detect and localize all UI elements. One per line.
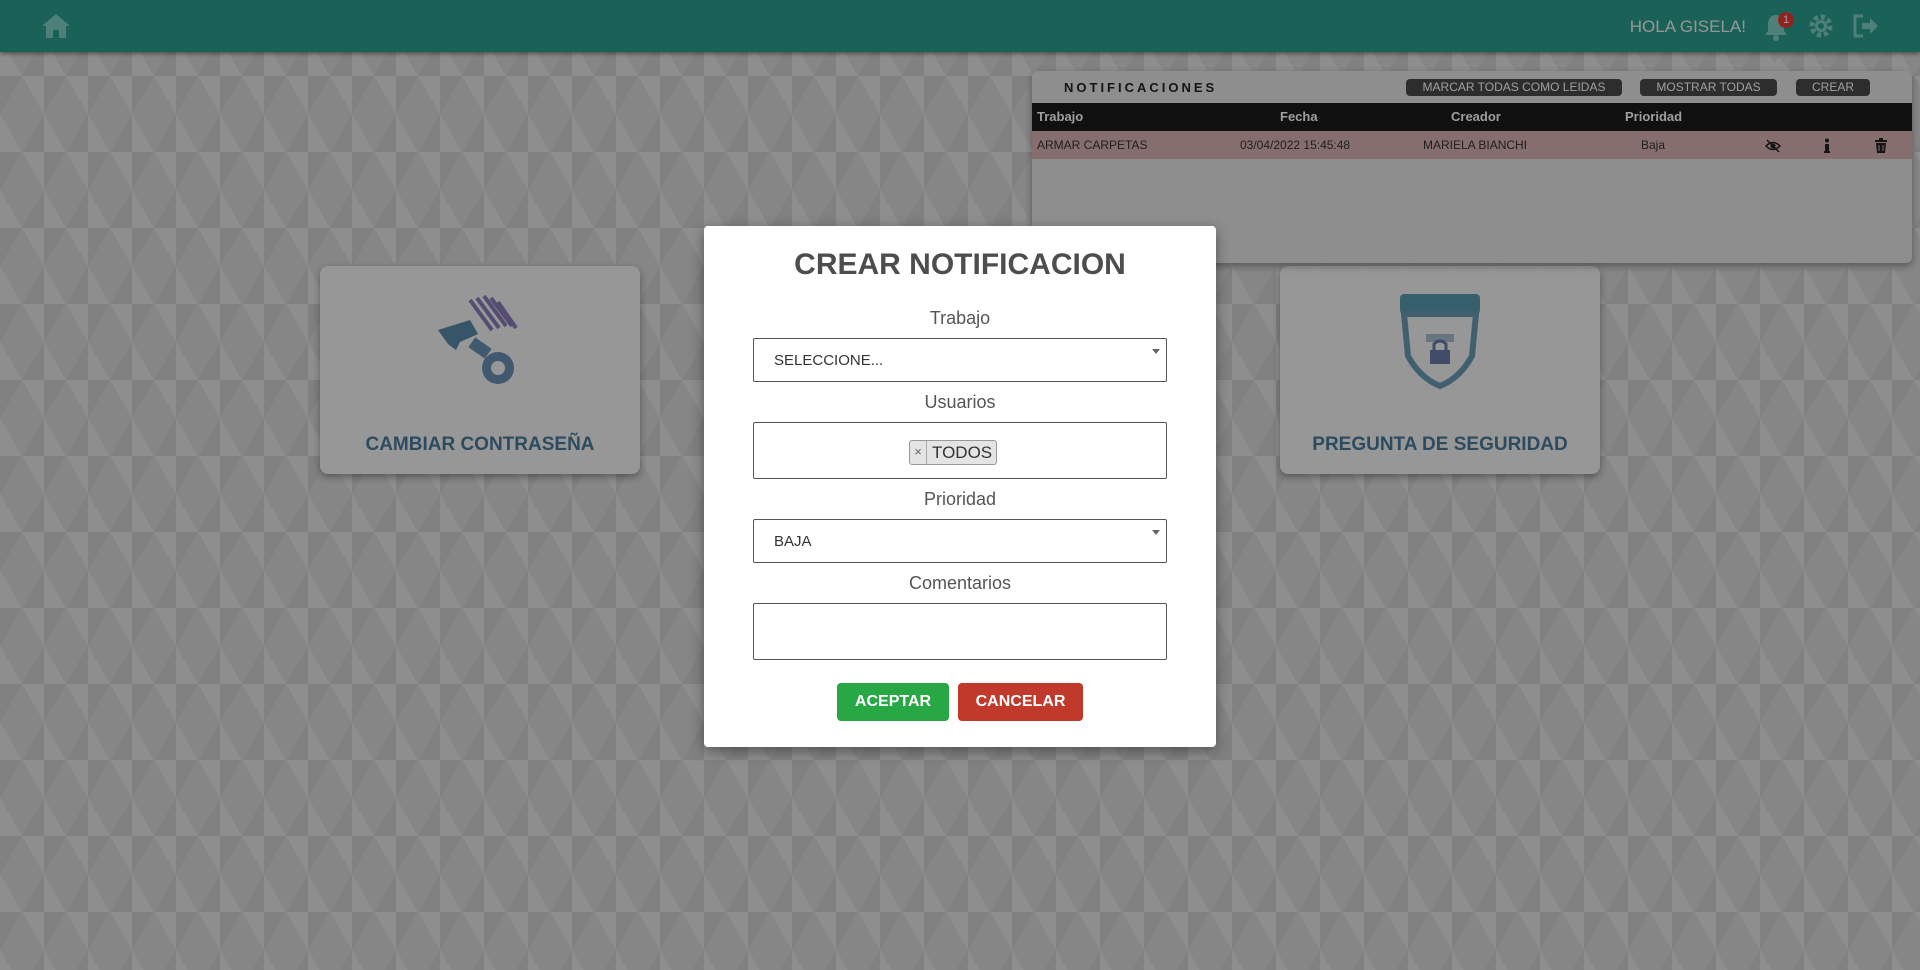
comentarios-textarea[interactable] xyxy=(753,603,1167,660)
prioridad-label: Prioridad xyxy=(923,489,997,509)
prioridad-select-value: BAJA xyxy=(774,533,812,550)
usuarios-tag-label: TODOS xyxy=(932,443,993,462)
usuarios-label: Usuarios xyxy=(924,392,996,412)
usuarios-multiselect[interactable]: × TODOS xyxy=(753,422,1167,479)
trabajo-select-value: SELECCIONE... xyxy=(774,352,884,369)
usuarios-tag: × TODOS xyxy=(909,440,997,465)
accept-button[interactable]: ACEPTAR xyxy=(837,683,949,721)
remove-tag-button[interactable]: × xyxy=(910,441,927,464)
trabajo-select[interactable]: SELECCIONE... xyxy=(753,338,1167,382)
modal-title: CREAR NOTIFICACION xyxy=(794,248,1126,281)
prioridad-select[interactable]: BAJA xyxy=(753,519,1167,563)
cancel-button[interactable]: CANCELAR xyxy=(958,683,1083,721)
comentarios-label: Comentarios xyxy=(908,573,1012,593)
chevron-down-icon xyxy=(1152,349,1160,354)
create-notification-modal: CREAR NOTIFICACION Trabajo SELECCIONE...… xyxy=(704,226,1216,747)
chevron-down-icon xyxy=(1152,530,1160,535)
trabajo-label: Trabajo xyxy=(929,308,991,328)
